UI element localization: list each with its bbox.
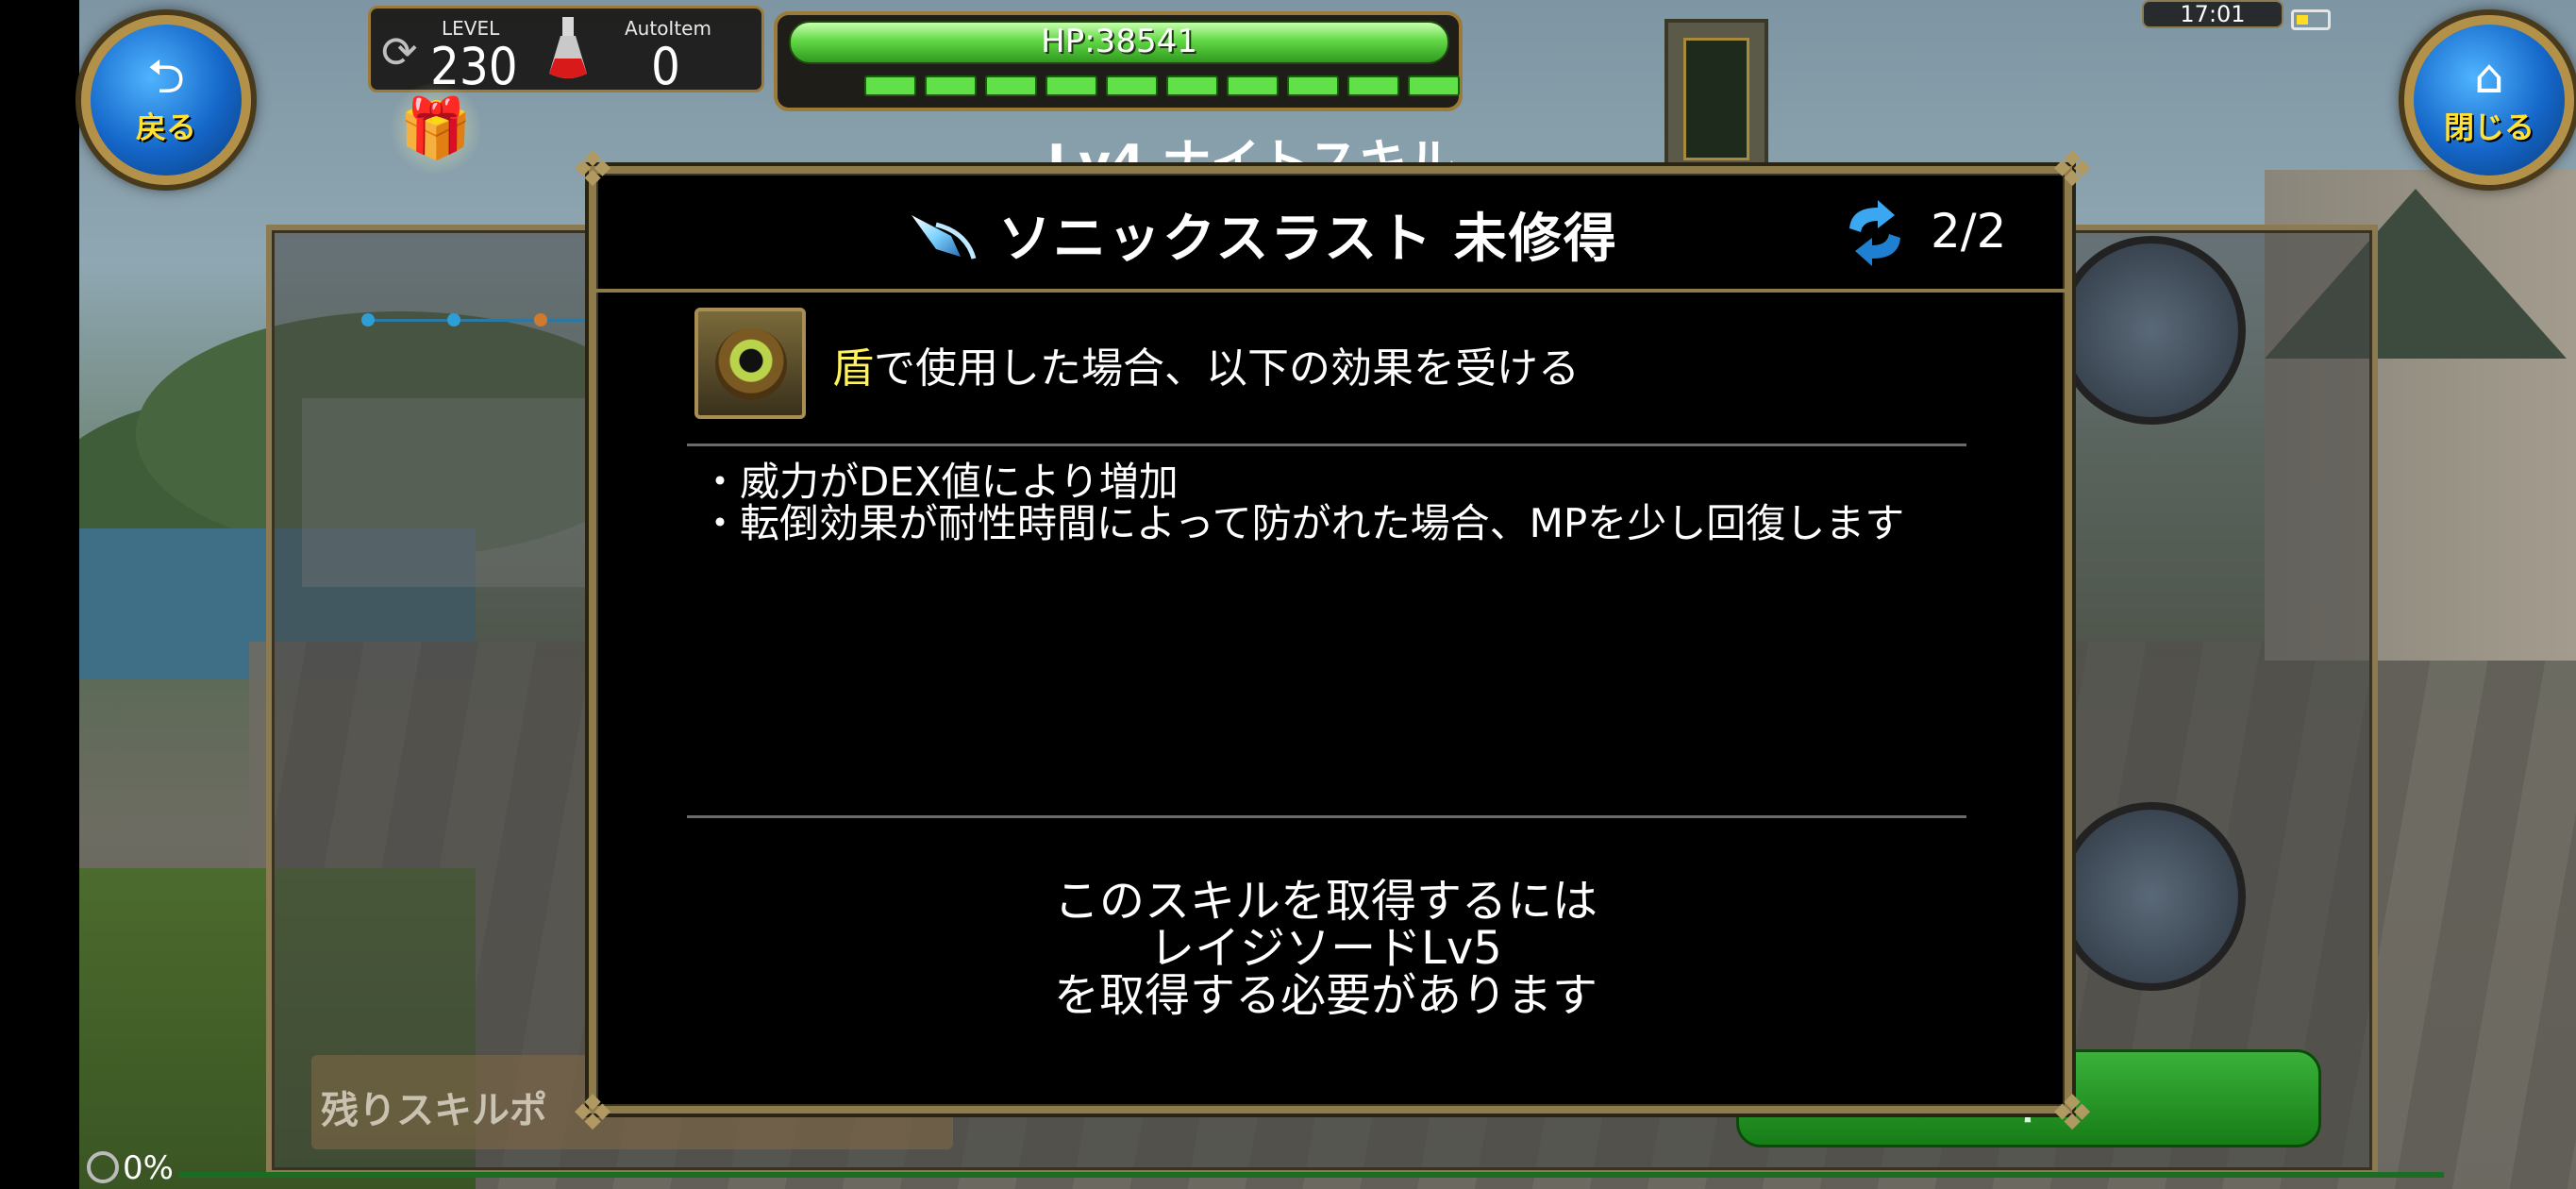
hp-segment [985,75,1037,96]
progress-ring-icon [87,1151,119,1183]
weapon-condition: 盾で使用した場合、以下の効果を受ける [832,334,1580,394]
clock: 17:01 [2142,0,2283,28]
potion-icon [549,17,587,78]
frame-ornament: ❖ [2049,142,2095,198]
hp-segment [1287,75,1339,96]
gift-icon[interactable]: 🎁 [389,81,483,176]
divider [687,444,1966,446]
effect-item: ・転倒効果が耐性時間によって防がれた場合、MPを少し回復します [700,500,1905,546]
skill-slot-avatar[interactable] [2057,236,2246,425]
hp-segment [864,75,916,96]
hp-segments [864,75,1460,96]
progress-track [179,1172,2444,1178]
divider [687,815,1966,818]
hp-segment [925,75,977,96]
requirement-line: このスキルを取得するには [1053,875,1597,928]
level-icon: ⟳ [381,26,418,77]
swap-arrows-icon[interactable] [1840,200,1910,266]
skill-tree-node[interactable] [534,313,547,327]
hp-segment [1045,75,1097,96]
back-button-label: 戻る [135,109,196,145]
frame-ornament: ❖ [570,142,615,198]
battery-icon [2291,9,2331,30]
back-arrow-icon: ⮌ [146,49,186,104]
dialog-header-divider [589,289,2072,293]
skill-tree-node[interactable] [447,313,460,327]
remaining-points-label: 残りスキルポ [321,1089,547,1132]
hp-segment [1106,75,1158,96]
skill-tree-connector [368,319,594,322]
skill-tree-panel [302,398,585,587]
hp-segment [1166,75,1218,96]
progress-text: 0% [123,1149,174,1187]
close-button-label: 閉じる [2443,109,2534,145]
autoitem-value: 0 [651,37,680,96]
hp-segment [1408,75,1460,96]
requirement-skill: レイジソードLv5 [1149,922,1502,975]
condition-weapon-highlight: 盾 [832,344,874,393]
frame-ornament: ❖ [2049,1085,2095,1142]
hp-segment [1227,75,1279,96]
shield-icon [694,308,806,419]
skill-slot-helmet[interactable] [2057,802,2246,991]
skill-tree-node[interactable] [361,313,375,327]
dialog-title: ソニックスラスト 未修得 [998,209,1618,270]
requirement-line: を取得する必要があります [1053,969,1597,1022]
banner [1683,38,1749,160]
close-button[interactable]: ⌂ 閉じる [2404,15,2574,185]
effect-item: ・威力がDEX値により増加 [700,459,1179,505]
condition-text: で使用した場合、以下の効果を受ける [874,344,1580,393]
home-icon: ⌂ [2474,49,2504,104]
page-indicator: 2/2 [1931,204,2007,259]
sonic-thrust-skill-icon [912,215,977,260]
back-button[interactable]: ⮌ 戻る [81,15,251,185]
hp-segment [1347,75,1399,96]
hp-text: HP:38541 [1041,23,1197,60]
frame-ornament: ❖ [570,1085,615,1142]
